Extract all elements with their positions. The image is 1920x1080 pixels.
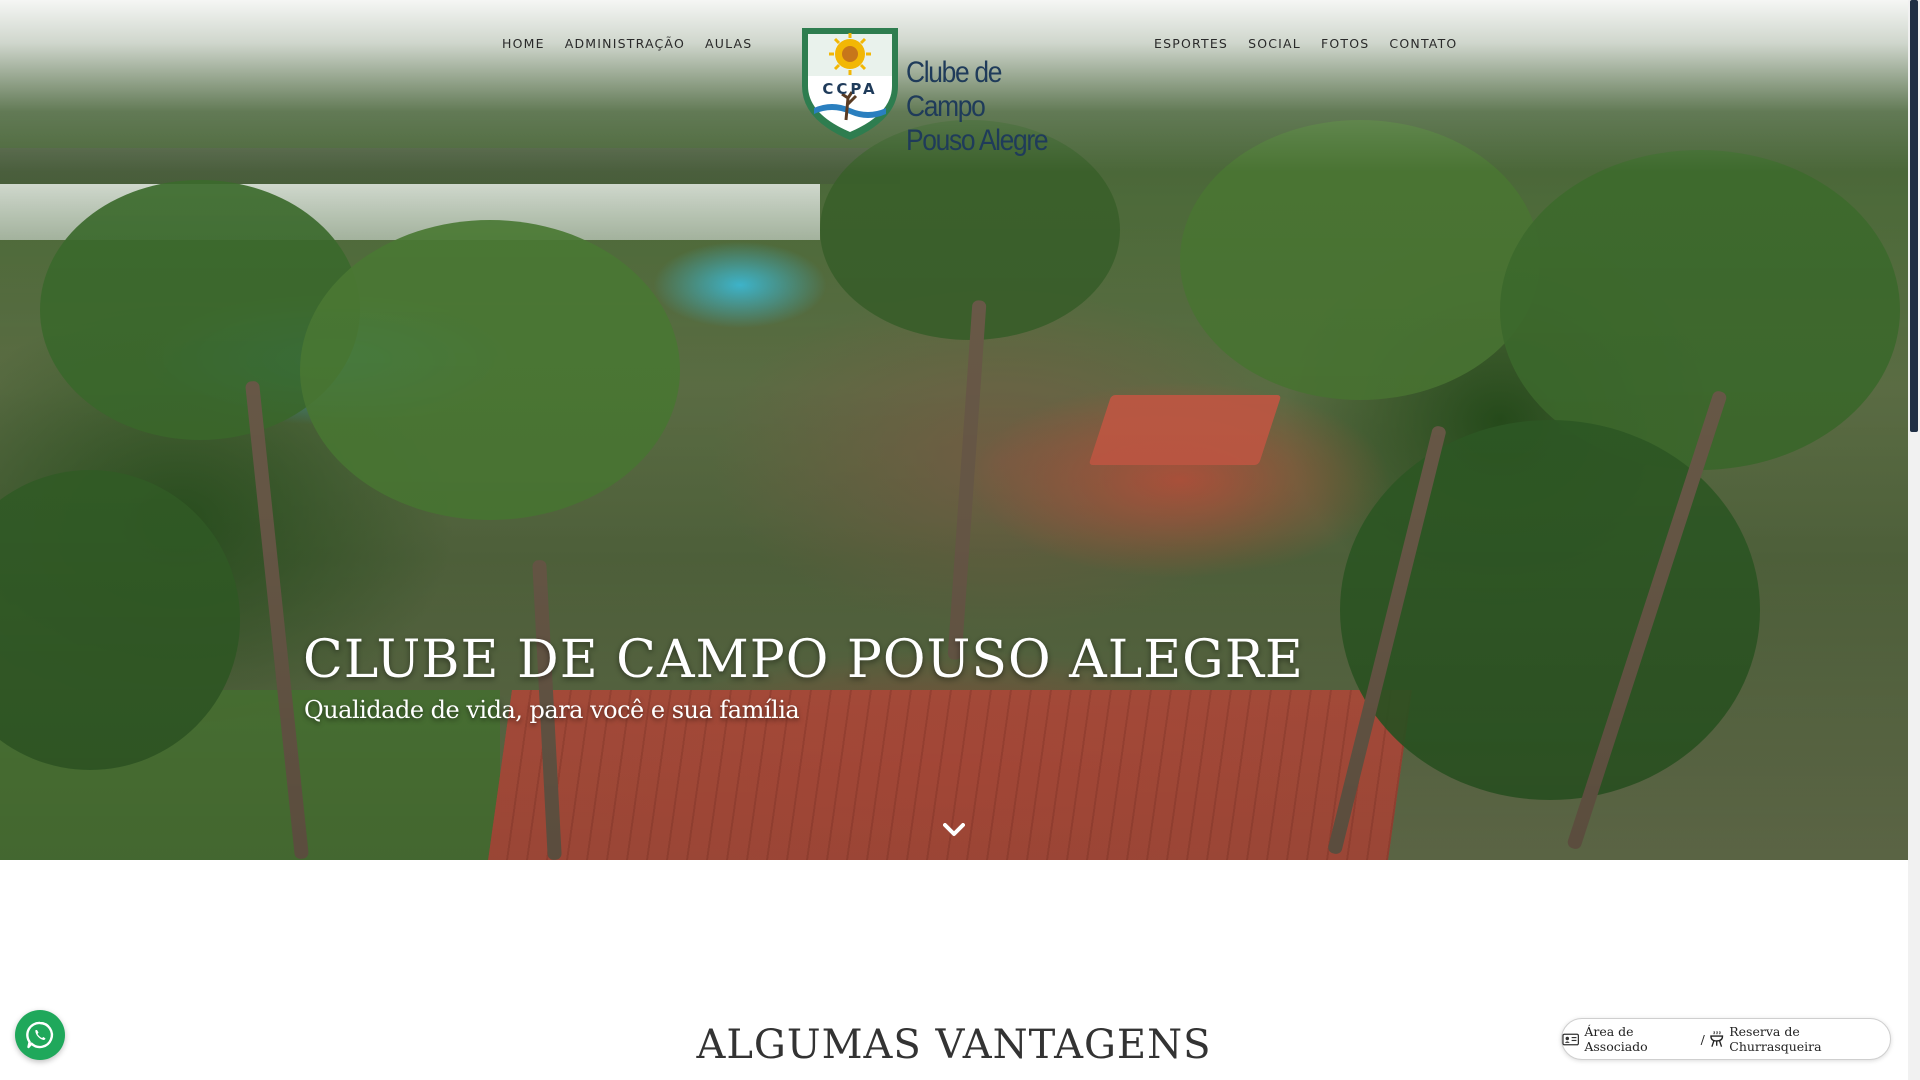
link-separator: / <box>1700 1031 1705 1047</box>
member-area-label: Área de Associado <box>1584 1024 1648 1054</box>
logo-name-line2: Pouso Alegre <box>906 124 1049 157</box>
nav-contato[interactable]: CONTATO <box>1389 36 1457 54</box>
main-nav-right: ESPORTES SOCIAL FOTOS CONTATO <box>1154 36 1457 54</box>
member-quick-links: Área de Associado / Reserva de Churrasqu… <box>1561 1018 1891 1060</box>
id-card-icon <box>1562 1033 1580 1045</box>
grill-icon <box>1710 1030 1723 1047</box>
nav-administracao[interactable]: ADMINISTRAÇÃO <box>565 36 685 54</box>
hero-title: CLUBE DE CAMPO POUSO ALEGRE <box>303 630 1304 690</box>
nav-home[interactable]: HOME <box>502 36 545 54</box>
whatsapp-button[interactable] <box>15 1010 65 1060</box>
scroll-down-button[interactable] <box>938 816 970 844</box>
hero-subtitle: Qualidade de vida, para você e sua famíl… <box>304 696 800 724</box>
main-nav-left: HOME ADMINISTRAÇÃO AULAS <box>502 36 752 54</box>
bbq-reservation-label: Reserva de Churrasqueira <box>1729 1024 1822 1054</box>
page-scrollbar[interactable] <box>1908 0 1920 1080</box>
scrollbar-thumb[interactable] <box>1910 0 1918 432</box>
chevron-down-icon <box>943 823 965 836</box>
nav-fotos[interactable]: FOTOS <box>1321 36 1369 54</box>
logo-name-line1: Clube de Campo <box>906 56 1002 123</box>
member-area-link[interactable]: Área de Associado <box>1562 1024 1697 1054</box>
logo-name: Clube de Campo Pouso Alegre <box>906 56 1075 158</box>
nav-esportes[interactable]: ESPORTES <box>1154 36 1228 54</box>
site-logo[interactable]: CCPA Clube de Campo Pouso Alegre <box>798 24 1098 157</box>
logo-initials: CCPA <box>822 80 878 98</box>
nav-social[interactable]: SOCIAL <box>1248 36 1301 54</box>
nav-aulas[interactable]: AULAS <box>705 36 752 54</box>
bbq-reservation-link[interactable]: Reserva de Churrasqueira <box>1709 1024 1890 1054</box>
whatsapp-icon <box>26 1021 54 1049</box>
